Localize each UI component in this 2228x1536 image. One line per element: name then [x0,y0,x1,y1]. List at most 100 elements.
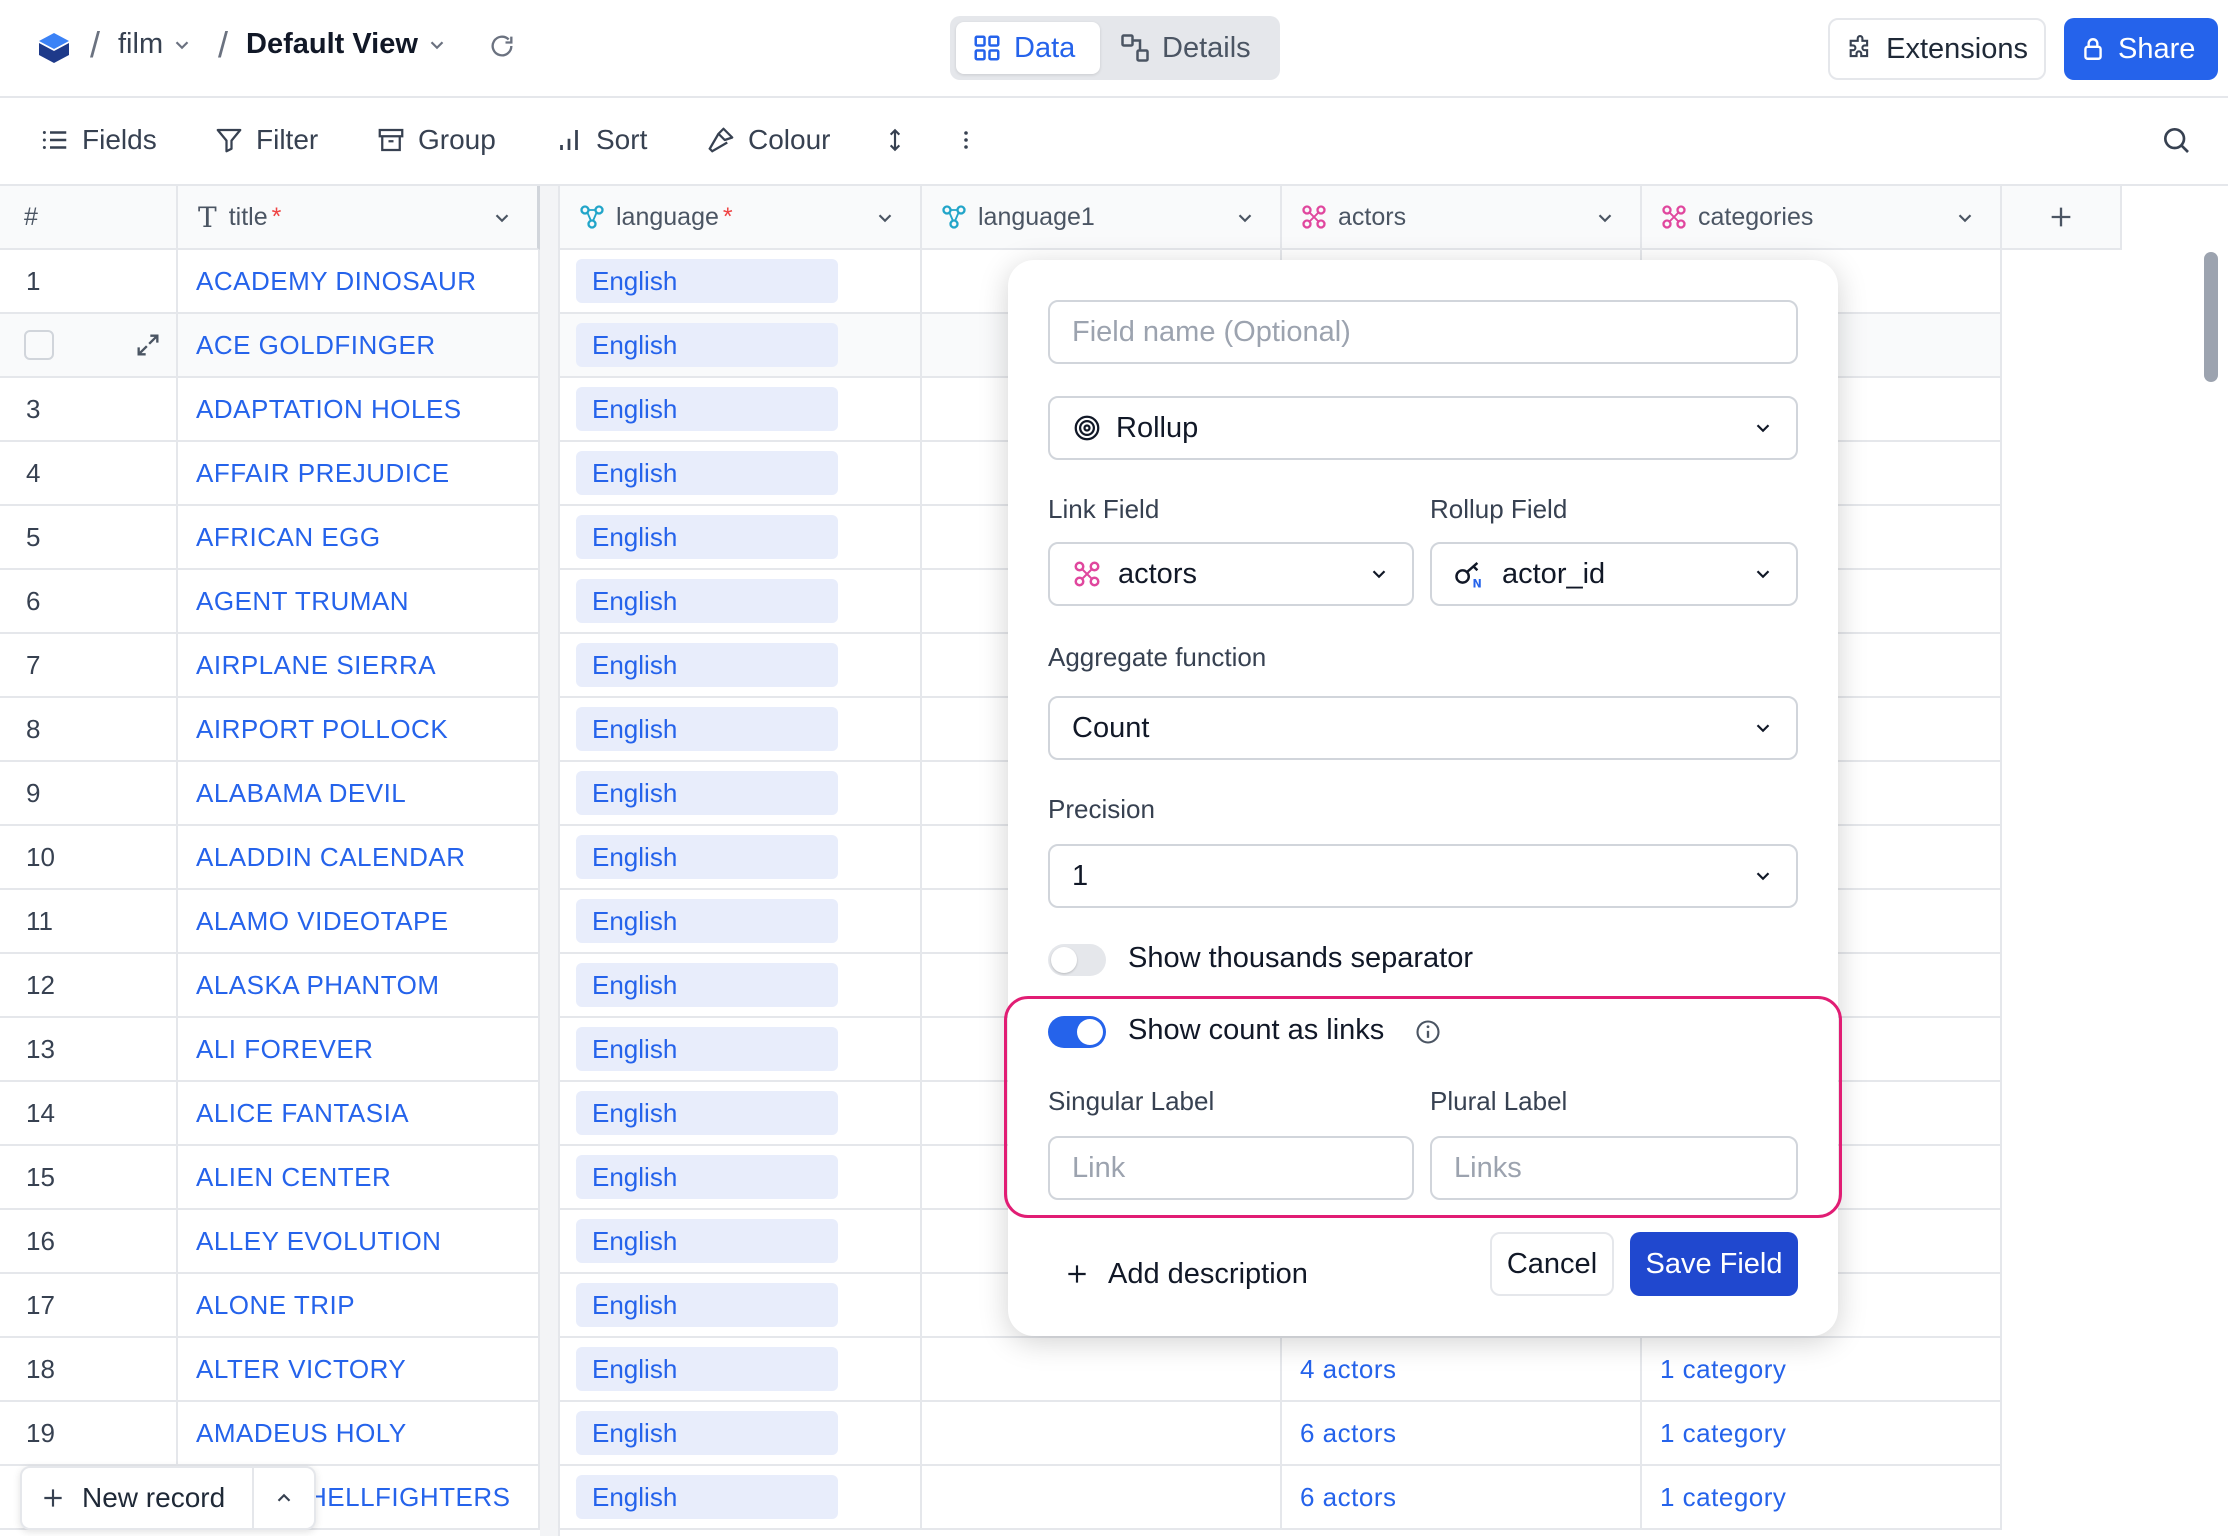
colour-button[interactable]: Colour [706,96,830,184]
link-field-select[interactable]: actors [1048,542,1414,606]
language-cell[interactable]: English [560,1274,922,1336]
filter-button[interactable]: Filter [214,96,318,184]
expand-icon[interactable] [134,331,162,359]
sort-button[interactable]: Sort [554,96,647,184]
column-header-language[interactable]: language * [560,186,922,250]
title-cell[interactable]: AIRPORT POLLOCK [178,698,540,760]
refresh-icon[interactable] [488,32,516,60]
chevron-down-icon[interactable] [1594,207,1616,229]
title-cell[interactable]: ALASKA PHANTOM [178,954,540,1016]
title-cell[interactable]: ALONE TRIP [178,1274,540,1336]
language-cell[interactable]: English [560,1018,922,1080]
title-cell[interactable]: ALADDIN CALENDAR [178,826,540,888]
add-column-button[interactable] [2002,186,2122,250]
chevron-down-icon[interactable] [1954,207,1976,229]
language1-cell[interactable] [922,1466,1282,1528]
more-options-button[interactable] [954,96,978,184]
share-button[interactable]: Share [2064,18,2218,80]
tab-details[interactable]: Details [1104,22,1274,74]
chevron-down-icon[interactable] [1234,207,1256,229]
language-cell[interactable]: English [560,1402,922,1464]
title-cell[interactable]: ALTER VICTORY [178,1338,540,1400]
count-as-links-toggle[interactable] [1048,1016,1106,1048]
language-cell[interactable]: English [560,762,922,824]
precision-select[interactable]: 1 [1048,844,1798,908]
language-cell[interactable]: English [560,378,922,440]
language-cell[interactable]: English [560,570,922,632]
title-cell[interactable]: AGENT TRUMAN [178,570,540,632]
title-cell[interactable]: AMADEUS HOLY [178,1402,540,1464]
fields-button[interactable]: Fields [40,96,157,184]
row-checkbox[interactable] [24,330,54,360]
title-cell[interactable]: ALI FOREVER [178,1018,540,1080]
title-cell[interactable]: ADAPTATION HOLES [178,378,540,440]
info-icon[interactable] [1414,1018,1442,1046]
new-record-options-button[interactable] [254,1468,314,1528]
language-cell[interactable]: English [560,250,922,312]
title-cell[interactable]: AFFAIR PREJUDICE [178,442,540,504]
language-cell[interactable]: English [560,442,922,504]
language1-cell[interactable] [922,1402,1282,1464]
title-cell[interactable]: ACADEMY DINOSAUR [178,250,540,312]
vertical-scrollbar[interactable] [2204,252,2218,382]
tab-data[interactable]: Data [956,22,1100,74]
actors-cell[interactable]: 6 actors [1282,1402,1642,1464]
categories-cell[interactable]: 1 category [1642,1466,2002,1528]
language-cell[interactable]: English [560,506,922,568]
column-header-categories[interactable]: categories [1642,186,2002,250]
language-cell[interactable]: English [560,1466,922,1528]
aggregate-function-select[interactable]: Count [1048,696,1798,760]
view-name: Default View [246,28,418,60]
title-cell[interactable]: AIRPLANE SIERRA [178,634,540,696]
title-cell[interactable]: ALABAMA DEVIL [178,762,540,824]
language-cell[interactable]: English [560,314,922,376]
actors-cell[interactable]: 6 actors [1282,1466,1642,1528]
thousands-separator-toggle[interactable] [1048,944,1106,976]
categories-cell[interactable]: 1 category [1642,1402,2002,1464]
singular-label-input[interactable]: Link [1048,1136,1414,1200]
cancel-button[interactable]: Cancel [1490,1232,1614,1296]
row-height-button[interactable] [882,96,908,184]
title-cell[interactable]: AFRICAN EGG [178,506,540,568]
actors-cell[interactable]: 4 actors [1282,1338,1642,1400]
plural-label-input[interactable]: Links [1430,1136,1798,1200]
rollup-field-select[interactable]: N actor_id [1430,542,1798,606]
breadcrumb-view[interactable]: Default View [246,28,448,61]
language-cell[interactable]: English [560,1082,922,1144]
add-description-button[interactable]: Add description [1064,1242,1308,1306]
language-cell[interactable]: English [560,1146,922,1208]
table-row[interactable]: 19 AMADEUS HOLY English 6 actors 1 category [0,1402,2002,1466]
save-field-button[interactable]: Save Field [1630,1232,1798,1296]
column-header-actors[interactable]: actors [1282,186,1642,250]
field-name-input[interactable]: Field name (Optional) [1048,300,1798,364]
group-button[interactable]: Group [376,96,496,184]
language-cell[interactable]: English [560,954,922,1016]
language-cell[interactable]: English [560,826,922,888]
chevron-down-icon[interactable] [491,207,513,229]
language-chip: English [576,1219,838,1263]
column-header-language1[interactable]: language1 [922,186,1282,250]
title-cell[interactable]: ALICE FANTASIA [178,1082,540,1144]
title-cell[interactable]: ACE GOLDFINGER [178,314,540,376]
language-cell[interactable]: English [560,890,922,952]
chevron-down-icon [1756,570,1770,579]
filter-icon [216,128,242,153]
extensions-button[interactable]: Extensions [1828,18,2046,80]
language1-cell[interactable] [922,1338,1282,1400]
breadcrumb-table[interactable]: film [118,28,193,61]
categories-cell[interactable]: 1 category [1642,1338,2002,1400]
table-row[interactable]: 18 ALTER VICTORY English 4 actors 1 category [0,1338,2002,1402]
search-button[interactable] [2160,96,2192,184]
base-logo-icon[interactable] [36,30,72,66]
title-cell[interactable]: ALIEN CENTER [178,1146,540,1208]
language-cell[interactable]: English [560,634,922,696]
field-type-select[interactable]: Rollup [1048,396,1798,460]
title-cell[interactable]: ALAMO VIDEOTAPE [178,890,540,952]
column-header-title[interactable]: T title * [178,186,540,250]
title-cell[interactable]: ALLEY EVOLUTION [178,1210,540,1272]
chevron-down-icon[interactable] [874,207,896,229]
language-cell[interactable]: English [560,698,922,760]
language-cell[interactable]: English [560,1338,922,1400]
language-cell[interactable]: English [560,1210,922,1272]
new-record-button[interactable]: New record [22,1468,254,1528]
